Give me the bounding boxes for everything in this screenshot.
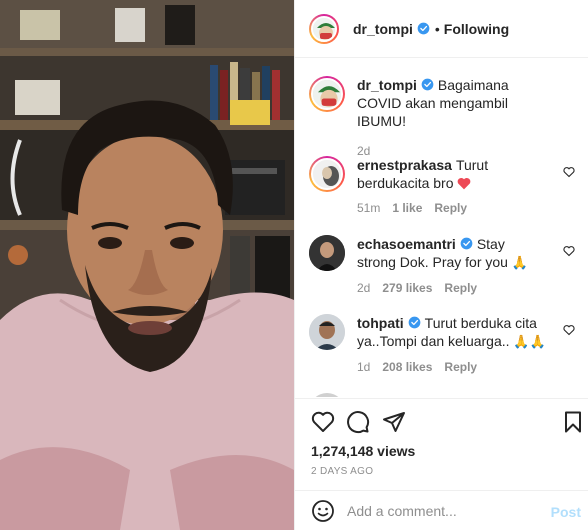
comment-item-partial bbox=[309, 393, 579, 397]
praying-hands-emoji-icon: 🙏 bbox=[511, 255, 529, 270]
bookmark-icon[interactable] bbox=[561, 410, 585, 434]
caption-avatar[interactable] bbox=[309, 76, 345, 112]
comment-avatar[interactable] bbox=[309, 156, 345, 192]
actions-divider bbox=[295, 398, 588, 399]
comment-avatar[interactable] bbox=[309, 393, 345, 397]
comment-item: ernestprakasa Turut berdukacita bro 51m 1… bbox=[309, 156, 579, 215]
post-timestamp[interactable]: 2 DAYS AGO bbox=[311, 466, 373, 477]
post-comment-button[interactable]: Post bbox=[551, 504, 581, 520]
avatar-image bbox=[313, 17, 335, 40]
praying-hands-emoji-icon: 🙏🙏 bbox=[513, 334, 546, 349]
comment-time[interactable]: 1d bbox=[357, 360, 370, 374]
comment-like-count[interactable]: 1 like bbox=[392, 201, 422, 215]
comment-icon[interactable] bbox=[346, 410, 370, 434]
caption-username[interactable]: dr_tompi bbox=[357, 77, 417, 93]
reply-button[interactable]: Reply bbox=[444, 281, 477, 295]
avatar-image bbox=[309, 235, 345, 271]
header-separator: • bbox=[434, 20, 440, 37]
like-comment-heart-icon[interactable] bbox=[563, 245, 575, 257]
emoji-icon[interactable] bbox=[311, 499, 335, 523]
like-comment-heart-icon[interactable] bbox=[563, 324, 575, 336]
comment-avatar[interactable] bbox=[309, 235, 345, 271]
reply-button[interactable]: Reply bbox=[434, 201, 467, 215]
comment-username[interactable]: ernestprakasa bbox=[357, 157, 452, 173]
verified-badge-icon bbox=[408, 316, 421, 329]
add-comment-bar: Post bbox=[295, 491, 588, 530]
post-panel: dr_tompi • Following dr_tompi Bagaimana … bbox=[294, 0, 588, 530]
add-comment-input[interactable] bbox=[347, 502, 547, 519]
post-media[interactable] bbox=[0, 0, 294, 530]
profile-avatar[interactable] bbox=[309, 13, 339, 44]
like-comment-heart-icon[interactable] bbox=[563, 166, 575, 178]
comment-username[interactable]: echasoemantri bbox=[357, 236, 456, 252]
post-photo bbox=[0, 0, 294, 530]
comment-avatar[interactable] bbox=[309, 314, 345, 350]
action-bar bbox=[295, 410, 588, 438]
comment-item: tohpati Turut berduka cita ya..Tompi dan … bbox=[309, 314, 579, 374]
comments-list[interactable]: dr_tompi Bagaimana COVID akan mengambil I… bbox=[295, 59, 588, 397]
post-header: dr_tompi • Following bbox=[295, 0, 588, 58]
comment-username[interactable]: tohpati bbox=[357, 315, 404, 331]
avatar-image bbox=[313, 80, 341, 108]
post-caption: dr_tompi Bagaimana COVID akan mengambil I… bbox=[309, 76, 579, 158]
verified-badge-icon bbox=[421, 78, 434, 91]
share-icon[interactable] bbox=[382, 410, 406, 434]
heart-icon[interactable] bbox=[311, 410, 335, 434]
verified-badge-icon bbox=[417, 22, 430, 35]
view-count[interactable]: 1,274,148 views bbox=[311, 443, 415, 459]
comment-time[interactable]: 2d bbox=[357, 281, 370, 295]
comment-time[interactable]: 51m bbox=[357, 201, 380, 215]
red-heart-emoji-icon bbox=[458, 177, 471, 190]
avatar-image bbox=[313, 160, 341, 188]
comment-like-count[interactable]: 208 likes bbox=[382, 360, 432, 374]
following-button[interactable]: Following bbox=[444, 21, 509, 37]
post-author-username[interactable]: dr_tompi bbox=[353, 21, 413, 37]
verified-badge-icon bbox=[460, 237, 473, 250]
comment-like-count[interactable]: 279 likes bbox=[382, 281, 432, 295]
reply-button[interactable]: Reply bbox=[444, 360, 477, 374]
comment-item: echasoemantri Stay strong Dok. Pray for y… bbox=[309, 235, 579, 295]
avatar-image bbox=[309, 314, 345, 350]
